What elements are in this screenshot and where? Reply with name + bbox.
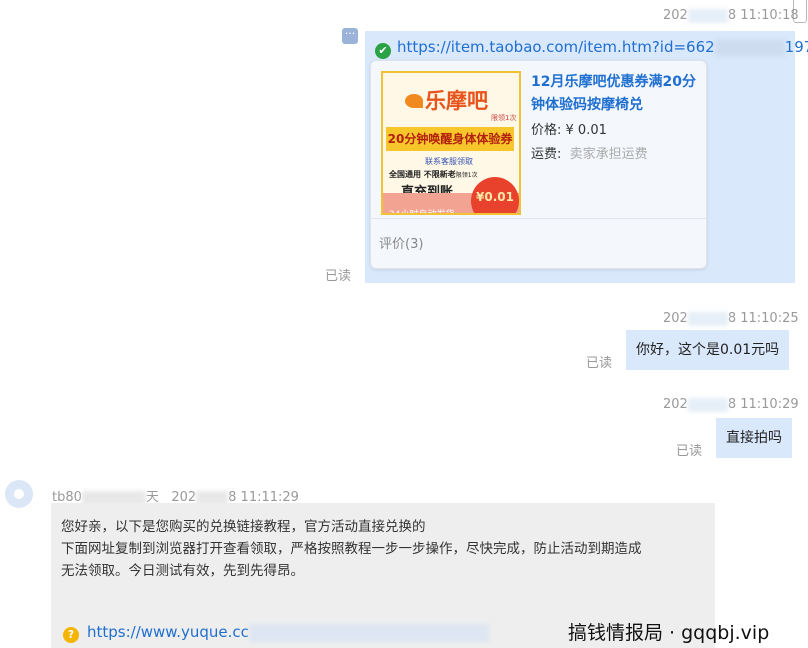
- link-prefix: https://www.yuque.cc: [87, 623, 249, 641]
- thumbnail-universal: 全国通用 不限新老限领1次: [389, 169, 478, 180]
- timestamp-suffix: 8 11:10:25: [727, 311, 799, 326]
- link-suffix: 19735: [784, 38, 808, 56]
- redacted-blur: [687, 8, 728, 23]
- avatar-icon[interactable]: [5, 480, 33, 508]
- avatar-inner: [14, 489, 24, 499]
- fox-logo-icon: [405, 94, 423, 108]
- msg2-timestamp: 202 8 11:10:25: [663, 311, 799, 326]
- timestamp-prefix: 202: [663, 311, 688, 326]
- redacted-blur: [248, 623, 489, 642]
- price-row: 价格: ¥ 0.01: [531, 119, 607, 138]
- msg4-text: 您好亲，以下是您购买的兑换链接教程，官方活动直接兑换的 下面网址复制到浏览器打开…: [61, 516, 706, 582]
- redacted-blur: [714, 39, 785, 56]
- shipping-label: 运费:: [531, 147, 562, 162]
- thumbnail-contact: 联系客服领取: [425, 157, 473, 166]
- redacted-blur: [687, 311, 728, 326]
- product-title[interactable]: 12月乐摩吧优惠券满20分钟体验码按摩椅兑: [531, 71, 696, 117]
- msg3-timestamp: 202 8 11:10:29: [663, 397, 799, 412]
- more-dots-icon[interactable]: ···: [342, 28, 358, 44]
- msg3-read-status: 已读: [676, 444, 703, 459]
- msg4-line: 下面网址复制到浏览器打开查看领取，严格按照教程一步一步操作，尽快完成，防止活动到…: [61, 541, 642, 557]
- msg3-bubble: 直接拍吗: [716, 418, 792, 458]
- thumbnail-price-badge: ¥0.01: [471, 177, 519, 213]
- yuque-link[interactable]: ? https://www.yuque.cc: [63, 623, 489, 643]
- universal-small-text: 限领1次: [455, 172, 478, 179]
- price-label: 价格:: [531, 123, 562, 138]
- link-prefix: https://item.taobao.com/item.htm?id=662: [397, 38, 715, 56]
- timestamp-prefix: 202: [663, 397, 688, 412]
- shipping-value: 卖家承担运费: [569, 147, 648, 162]
- msg4-line: 您好亲，以下是您购买的兑换链接教程，官方活动直接兑换的: [61, 519, 426, 535]
- price-value: ¥ 0.01: [565, 123, 607, 138]
- logo-text: 乐摩吧: [425, 89, 488, 113]
- msg2-bubble: 你好，这个是0.01元吗: [626, 330, 790, 370]
- timestamp-suffix: 8 11:10:18: [727, 8, 799, 23]
- check-circle-icon: ✔: [375, 43, 391, 59]
- msg2-read-status: 已读: [586, 356, 613, 371]
- msg1-read-status: 已读: [325, 269, 352, 284]
- review-link[interactable]: 评价(3): [379, 233, 423, 252]
- thumbnail-logo: 乐摩吧: [405, 85, 488, 115]
- timestamp-suffix: 8 11:10:29: [727, 397, 799, 412]
- thumbnail-banner: 20分钟唤醒身体体验券: [386, 127, 514, 151]
- card-divider: [371, 218, 706, 219]
- product-card[interactable]: 乐摩吧 限领1次 20分钟唤醒身体体验券 联系客服领取 全国通用 不限新老限领1…: [370, 60, 707, 269]
- question-circle-icon: ?: [63, 627, 79, 643]
- msg1-timestamp: 202 8 11:10:18: [663, 8, 799, 23]
- thumbnail-hours: 24小时自动发货: [389, 210, 455, 215]
- redacted-blur: [687, 397, 728, 412]
- thumbnail-tag: 限领1次: [491, 114, 517, 122]
- watermark-text: 搞钱情报局 · gqqbj.vip: [568, 622, 770, 644]
- msg4-line: 无法领取。今日测试有效，先到先得昂。: [61, 563, 304, 579]
- timestamp-prefix: 202: [663, 8, 688, 23]
- product-thumbnail: 乐摩吧 限领1次 20分钟唤醒身体体验券 联系客服领取 全国通用 不限新老限领1…: [381, 71, 521, 215]
- product-link[interactable]: ✔ https://item.taobao.com/item.htm?id=662…: [375, 38, 808, 59]
- shipping-row: 运费: 卖家承担运费: [531, 143, 648, 162]
- universal-text: 全国通用 不限新老: [389, 170, 456, 179]
